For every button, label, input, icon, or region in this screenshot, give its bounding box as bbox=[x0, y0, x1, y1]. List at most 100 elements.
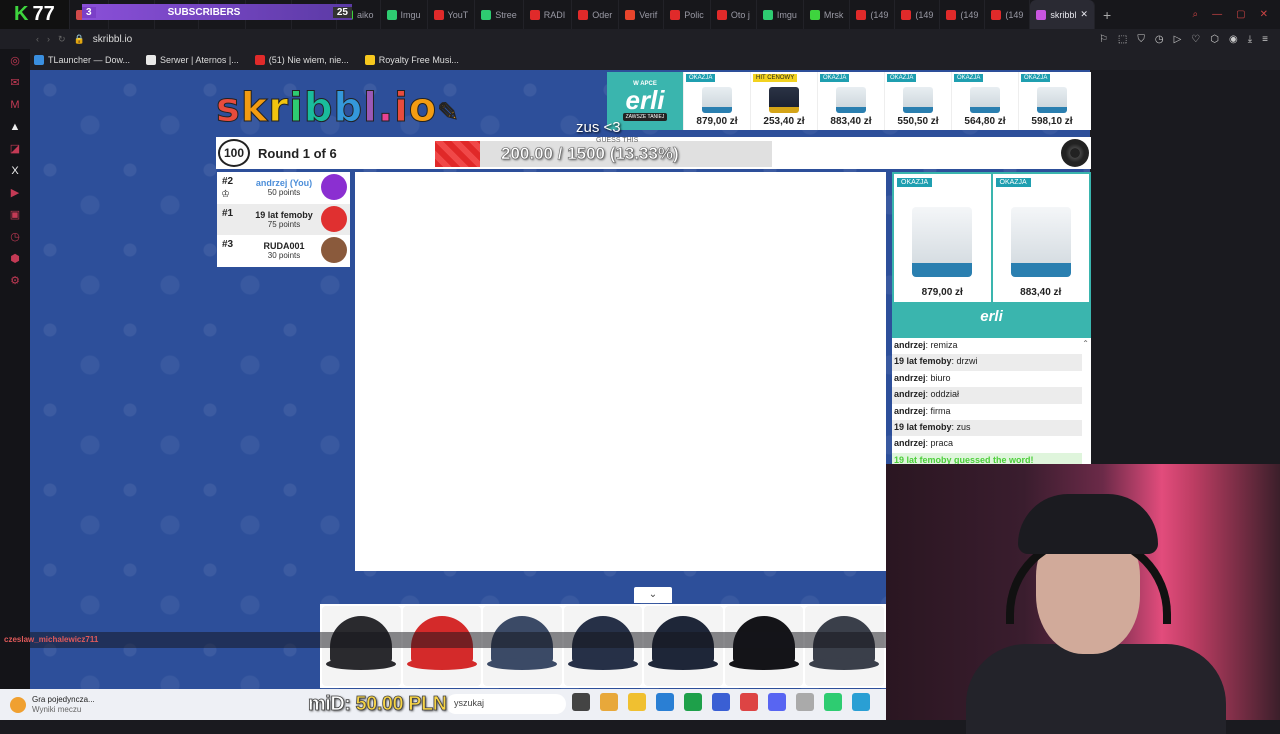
mail-icon[interactable]: M bbox=[9, 99, 21, 111]
product-badge: OKAZJA bbox=[954, 74, 984, 82]
taskbar-app-icon[interactable] bbox=[740, 693, 758, 711]
drawing-canvas[interactable] bbox=[355, 172, 886, 571]
logo-letter: . bbox=[377, 85, 395, 131]
logo-letter: l bbox=[363, 85, 378, 131]
clock-icon[interactable]: ◷ bbox=[9, 231, 21, 243]
close-icon[interactable]: ✕ bbox=[1080, 9, 1088, 20]
ad-product[interactable]: OKAZJA 598,10 zł bbox=[1018, 72, 1085, 130]
ad-product[interactable]: HIT CENOWY 253,40 zł bbox=[750, 72, 817, 130]
minimize-button[interactable]: — bbox=[1212, 9, 1222, 20]
bookmark-label: Royalty Free Musi... bbox=[378, 54, 459, 65]
taskbar-app-icon[interactable] bbox=[600, 693, 618, 711]
taskbar-app-icon[interactable] bbox=[628, 693, 646, 711]
browser-tab[interactable]: YouT bbox=[428, 0, 476, 29]
history-icon[interactable]: ◷ bbox=[1155, 34, 1164, 45]
settings-icon[interactable]: ⚙ bbox=[9, 275, 21, 287]
ad-product[interactable]: OKAZJA 883,40 zł bbox=[817, 72, 884, 130]
taskbar-app-icon[interactable] bbox=[852, 693, 870, 711]
taskbar-app-icon[interactable] bbox=[572, 693, 590, 711]
shield-icon[interactable]: ⛉ bbox=[1137, 34, 1145, 45]
back-icon[interactable]: ‹ bbox=[36, 34, 39, 44]
maximize-button[interactable]: ▢ bbox=[1236, 9, 1245, 20]
browser-tab[interactable]: Imgu bbox=[757, 0, 804, 29]
browser-tab[interactable]: (149 bbox=[850, 0, 896, 29]
donation-value: 50.00 PLN bbox=[355, 693, 447, 716]
erli-top-ad[interactable]: W APCE erli ZAWSZE TANIEJ OKAZJA 879,00 z… bbox=[607, 72, 1091, 130]
screenshot-icon[interactable]: ⬚ bbox=[1118, 34, 1127, 45]
collapse-ad-button[interactable]: ⌄ bbox=[634, 587, 672, 603]
bookmark-item[interactable]: (51) Nie wiem, nie... bbox=[254, 54, 349, 65]
toolbar-icons: ⚐ ⬚ ⛉ ◷ ▷ ♡ ⬡ ◉ ⤓ ≡ bbox=[1099, 34, 1280, 45]
bookmark-item[interactable]: TLauncher — Dow... bbox=[34, 54, 130, 65]
browser-tab[interactable]: Oto j bbox=[711, 0, 757, 29]
forward-icon[interactable]: › bbox=[47, 34, 50, 44]
camera-icon[interactable]: ◉ bbox=[1229, 34, 1238, 45]
bookmark-icon[interactable]: ⚐ bbox=[1099, 34, 1108, 45]
heart-icon[interactable]: ♡ bbox=[1191, 34, 1200, 45]
x-icon[interactable]: X bbox=[9, 165, 21, 177]
taskbar-app-icon[interactable] bbox=[768, 693, 786, 711]
messenger-icon[interactable]: ✉ bbox=[9, 77, 21, 89]
browser-tab[interactable]: Polic bbox=[664, 0, 711, 29]
tab-label: Oto j bbox=[730, 9, 750, 20]
browser-tab[interactable]: Mrsk bbox=[804, 0, 851, 29]
tab-favicon-icon bbox=[762, 9, 773, 20]
chat-text: oddział bbox=[930, 389, 960, 400]
browser-tab[interactable]: Oder bbox=[572, 0, 620, 29]
reload-icon[interactable]: ↻ bbox=[58, 34, 66, 45]
taskbar-app-icon[interactable] bbox=[712, 693, 730, 711]
browser-tab[interactable]: Imgu bbox=[381, 0, 428, 29]
browser-tab[interactable]: (149 bbox=[985, 0, 1031, 29]
lock-icon[interactable]: 🔒 bbox=[74, 34, 85, 45]
tab-skribbl[interactable]: skribbl ✕ bbox=[1030, 0, 1095, 29]
browser-tab[interactable]: RADI bbox=[524, 0, 573, 29]
product-price: 550,50 zł bbox=[897, 116, 939, 127]
taskbar-search[interactable]: yszukaj bbox=[446, 694, 566, 714]
product-price: 253,40 zł bbox=[763, 116, 805, 127]
browser-tab[interactable]: Verif bbox=[619, 0, 665, 29]
opera-icon[interactable]: ◎ bbox=[9, 55, 21, 67]
browser-tab[interactable]: (149 bbox=[895, 0, 941, 29]
erli-side-ad[interactable]: OKAZJA 879,00 zł OKAZJA 883,40 zł erli bbox=[892, 172, 1091, 338]
close-window-button[interactable]: ✕ bbox=[1260, 9, 1268, 20]
bookmark-item[interactable]: Serwer | Aternos |... bbox=[146, 54, 239, 65]
progress-fill bbox=[435, 141, 480, 167]
logo-number: 77 bbox=[32, 3, 55, 25]
player-row[interactable]: #2 andrzej (You) 50 points ♔ bbox=[217, 172, 350, 204]
ad-product[interactable]: OKAZJA 879,00 zł bbox=[683, 72, 750, 130]
browser-tab[interactable]: (149 bbox=[940, 0, 986, 29]
cube-icon[interactable]: ⬢ bbox=[9, 253, 21, 265]
settings-gear-icon[interactable] bbox=[1061, 139, 1089, 167]
chevron-up-icon[interactable]: ⌃ bbox=[1082, 339, 1089, 348]
product-price: 598,10 zł bbox=[1031, 116, 1073, 127]
player-points: 75 points bbox=[267, 219, 301, 229]
twitch-icon[interactable]: ◪ bbox=[9, 143, 21, 155]
play-icon[interactable]: ▷ bbox=[1174, 34, 1182, 45]
search-icon[interactable]: ⌕ bbox=[1193, 9, 1199, 20]
browser-tab[interactable]: Stree bbox=[475, 0, 524, 29]
player-row[interactable]: #3 RUDA001 30 points bbox=[217, 235, 350, 267]
side-ad-product[interactable]: OKAZJA 883,40 zł bbox=[992, 174, 1089, 302]
new-tab-button[interactable]: + bbox=[1095, 7, 1119, 23]
player-icon[interactable]: ▶ bbox=[9, 187, 21, 199]
bookmark-item[interactable]: Royalty Free Musi... bbox=[364, 54, 459, 65]
tab-favicon-icon bbox=[991, 9, 1002, 20]
taskbar-app-icon[interactable] bbox=[824, 693, 842, 711]
download-icon[interactable]: ⤓ bbox=[1248, 34, 1252, 45]
url-text[interactable]: skribbl.io bbox=[93, 34, 132, 45]
side-ad-product[interactable]: OKAZJA 879,00 zł bbox=[894, 174, 991, 302]
gallery-icon[interactable]: ▣ bbox=[9, 209, 21, 221]
chat-message: andrzej: biuro bbox=[892, 371, 1082, 387]
taskbar-app-icon[interactable] bbox=[656, 693, 674, 711]
taskbar-game-notification[interactable]: Gra pojedyncza... Wyniki meczu bbox=[0, 695, 160, 715]
menu-icon[interactable]: ≡ bbox=[1262, 34, 1268, 45]
player-row[interactable]: #1 19 lat femoby 75 points bbox=[217, 203, 350, 236]
webcam-feed bbox=[886, 464, 1280, 734]
taskbar-app-icon[interactable] bbox=[684, 693, 702, 711]
ad-product[interactable]: OKAZJA 564,80 zł bbox=[951, 72, 1018, 130]
arrow-icon[interactable]: ▲ bbox=[9, 121, 21, 133]
taskbar-app-icon[interactable] bbox=[796, 693, 814, 711]
ad-product[interactable]: OKAZJA 550,50 zł bbox=[884, 72, 951, 130]
erli-tagline: ZAWSZE TANIEJ bbox=[622, 113, 668, 121]
extensions-icon[interactable]: ⬡ bbox=[1210, 34, 1219, 45]
